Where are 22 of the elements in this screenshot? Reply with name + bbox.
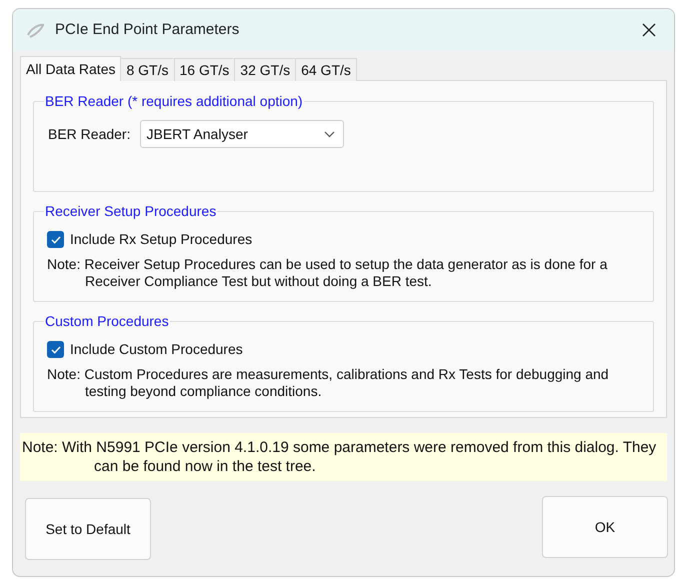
checkbox-option[interactable]: Include Custom Procedures	[47, 339, 643, 360]
tab[interactable]: 32 GT/s	[234, 58, 296, 81]
app-logo-icon	[25, 21, 47, 39]
note-text: Note: Custom Procedures are measurements, calibrations and Rx Tests for debugging and testing beyond compliance conditions.	[47, 366, 610, 400]
tab[interactable]: All Data Rates	[20, 56, 122, 81]
close-icon	[642, 23, 656, 37]
checkmark-icon	[50, 236, 60, 244]
ok-button[interactable]: OK	[542, 496, 668, 558]
checkbox[interactable]	[47, 341, 64, 358]
set-to-default-button[interactable]: Set to Default	[25, 498, 151, 560]
checkbox[interactable]	[47, 231, 64, 248]
chevron-down-icon	[324, 130, 336, 138]
info-note: Note: With N5991 PCIe version 4.1.0.19 some parameters were removed from this dialog. They can be found now in the test tree.	[20, 433, 667, 481]
checkmark-icon	[50, 346, 60, 354]
ber-reader-dropdown[interactable]: JBERT Analyser	[140, 120, 344, 148]
tab[interactable]: 8 GT/s	[120, 58, 174, 81]
checkbox-option[interactable]: Include Rx Setup Procedures	[47, 229, 643, 250]
tab[interactable]: 16 GT/s	[174, 58, 236, 81]
tab[interactable]: 64 GT/s	[295, 58, 357, 81]
window-title: PCIe End Point Parameters	[55, 20, 240, 40]
note-text: Note: Receiver Setup Procedures can be used to setup the data generator as is done for a Receiver Compliance Test but without doing a BER test.	[47, 256, 608, 290]
field-label: BER Reader:	[48, 124, 130, 144]
